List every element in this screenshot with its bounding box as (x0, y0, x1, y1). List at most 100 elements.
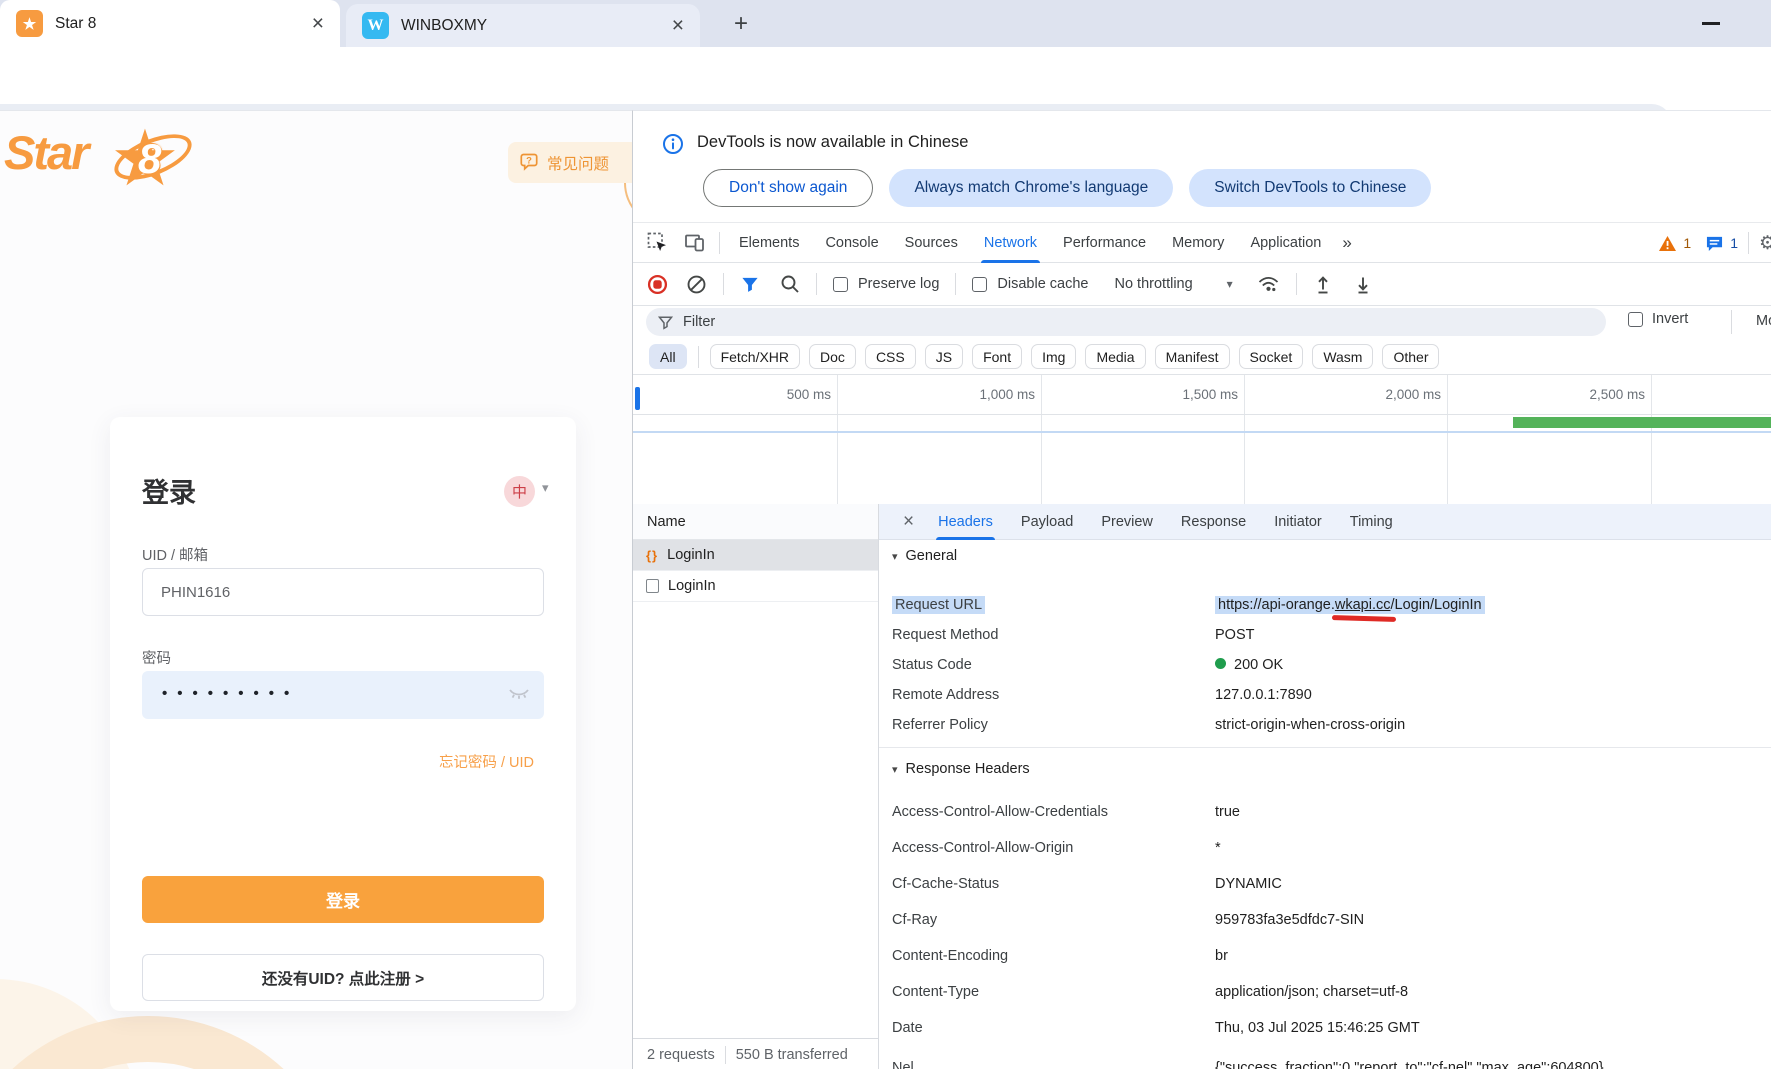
tab-title: WINBOXMY (401, 17, 660, 35)
header-name: Access-Control-Allow-Origin (892, 840, 1073, 856)
chevron-down-icon[interactable] (1227, 277, 1233, 291)
switch-to-chinese-button[interactable]: Switch DevTools to Chinese (1189, 169, 1431, 207)
tab-console[interactable]: Console (812, 223, 891, 263)
preserve-log-checkbox[interactable] (833, 277, 848, 292)
tab-payload[interactable]: Payload (1007, 504, 1087, 540)
chip-img[interactable]: Img (1031, 344, 1076, 369)
tab-initiator[interactable]: Initiator (1260, 504, 1336, 540)
chip-manifest[interactable]: Manifest (1155, 344, 1230, 369)
clear-network-log-icon[interactable] (686, 274, 707, 295)
browser-tab-star8[interactable]: ★ Star 8 (0, 0, 340, 47)
header-value: DYNAMIC (1215, 876, 1282, 892)
response-headers-section-header[interactable]: Response Headers (892, 761, 1030, 777)
more-filters-button[interactable]: More filters (1756, 313, 1771, 329)
request-name: LoginIn (668, 578, 716, 594)
register-button[interactable]: 还没有UID? 点此注册 > (142, 954, 544, 1001)
tab-preview[interactable]: Preview (1087, 504, 1167, 540)
chip-css[interactable]: CSS (865, 344, 916, 369)
star8-logo: Star ★ 8 (4, 125, 87, 215)
devtools-status-badges: 1 1 ⚙ (1658, 223, 1771, 263)
tab-response[interactable]: Response (1167, 504, 1260, 540)
general-section-header[interactable]: General (892, 548, 957, 564)
request-method-value: POST (1215, 627, 1254, 643)
star8-favicon: ★ (16, 10, 43, 37)
disable-cache-checkbox[interactable] (972, 277, 987, 292)
network-overview[interactable]: 500 ms 1,000 ms 1,500 ms 2,000 ms 2,500 … (633, 375, 1771, 504)
password-input[interactable]: ••••••••• (142, 671, 544, 719)
invert-label: Invert (1652, 311, 1688, 327)
close-tab-icon[interactable] (312, 13, 324, 34)
close-tab-icon[interactable] (672, 15, 684, 36)
throttling-select[interactable]: No throttling (1114, 276, 1192, 292)
header-name: Date (892, 1020, 923, 1036)
warning-icon[interactable] (1658, 235, 1677, 252)
match-chrome-language-button[interactable]: Always match Chrome's language (889, 169, 1173, 207)
tab-memory[interactable]: Memory (1159, 223, 1237, 263)
request-method-label: Request Method (892, 627, 998, 643)
minimize-window-button[interactable] (1702, 22, 1720, 25)
chip-doc[interactable]: Doc (809, 344, 856, 369)
close-details-icon[interactable] (893, 511, 924, 533)
chip-js[interactable]: JS (925, 344, 963, 369)
tab-sources[interactable]: Sources (892, 223, 971, 263)
chip-font[interactable]: Font (972, 344, 1022, 369)
inspect-element-icon[interactable] (633, 232, 676, 253)
device-toolbar-icon[interactable] (676, 232, 713, 253)
tab-elements[interactable]: Elements (726, 223, 812, 263)
chip-media[interactable]: Media (1085, 344, 1145, 369)
network-toolbar: Preserve log Disable cache No throttling (633, 263, 1771, 306)
export-har-icon[interactable] (1353, 274, 1373, 295)
header-value: Thu, 03 Jul 2025 15:46:25 GMT (1215, 1020, 1420, 1036)
record-network-log-icon[interactable] (647, 274, 668, 295)
tab-timing[interactable]: Timing (1336, 504, 1407, 540)
login-submit-button[interactable]: 登录 (142, 876, 544, 923)
dont-show-again-button[interactable]: Don't show again (703, 169, 873, 207)
chip-fetch-xhr[interactable]: Fetch/XHR (710, 344, 800, 369)
chip-socket[interactable]: Socket (1239, 344, 1304, 369)
eye-closed-icon[interactable] (508, 687, 530, 701)
uid-input[interactable] (142, 568, 544, 616)
tab-performance[interactable]: Performance (1050, 223, 1159, 263)
logo-star-icon: ★ 8 (110, 110, 196, 207)
chevron-down-icon[interactable] (542, 480, 549, 496)
chip-all[interactable]: All (649, 344, 687, 369)
network-conditions-icon[interactable] (1257, 274, 1280, 294)
tab-title: Star 8 (55, 15, 300, 33)
filter-field[interactable] (646, 308, 1606, 336)
language-badge[interactable]: 中 (504, 476, 535, 507)
issues-message-icon[interactable] (1705, 235, 1724, 252)
chip-wasm[interactable]: Wasm (1312, 344, 1373, 369)
info-icon (662, 133, 684, 155)
invert-checkbox[interactable] (1628, 312, 1643, 327)
request-count: 2 requests (647, 1047, 715, 1063)
tab-headers[interactable]: Headers (924, 504, 1007, 540)
status-code-value: 200 OK (1215, 657, 1283, 673)
request-list-name-header[interactable]: Name (633, 504, 879, 540)
tab-application[interactable]: Application (1237, 223, 1334, 263)
json-request-icon: {} (646, 548, 658, 563)
referrer-policy-label: Referrer Policy (892, 717, 988, 733)
message-count[interactable]: 1 (1730, 235, 1738, 251)
new-tab-button[interactable] (727, 10, 755, 38)
browser-tab-winboxmy[interactable]: W WINBOXMY (346, 4, 700, 47)
warning-count[interactable]: 1 (1683, 235, 1691, 251)
request-name: LoginIn (667, 547, 715, 563)
disclosure-triangle-icon (892, 550, 898, 563)
import-har-icon[interactable] (1313, 274, 1333, 295)
faq-button[interactable]: ? 常见问题 (508, 142, 632, 183)
header-value: {"success_fraction":0,"report_to":"cf-ne… (1215, 1060, 1604, 1069)
more-tabs-button[interactable] (1334, 233, 1359, 253)
filter-input[interactable] (683, 314, 1533, 330)
request-row-loginin[interactable]: {} LoginIn (633, 540, 879, 571)
request-row-loginin-2[interactable]: LoginIn (633, 571, 879, 602)
request-url-value: https://api-orange.wkapi.cc/Login/LoginI… (1215, 597, 1485, 613)
filter-funnel-icon[interactable] (740, 275, 760, 294)
ruler-tick: 500 ms (721, 387, 831, 402)
forgot-password-link[interactable]: 忘记密码 / UID (439, 751, 534, 772)
chip-other[interactable]: Other (1382, 344, 1439, 369)
search-icon[interactable] (780, 274, 800, 294)
screen: ★ Star 8 W WINBOXMY 38.vip/#/login GA (0, 0, 1771, 1069)
winboxmy-favicon: W (362, 12, 389, 39)
settings-gear-icon[interactable]: ⚙ (1759, 232, 1771, 255)
tab-network[interactable]: Network (971, 223, 1050, 263)
